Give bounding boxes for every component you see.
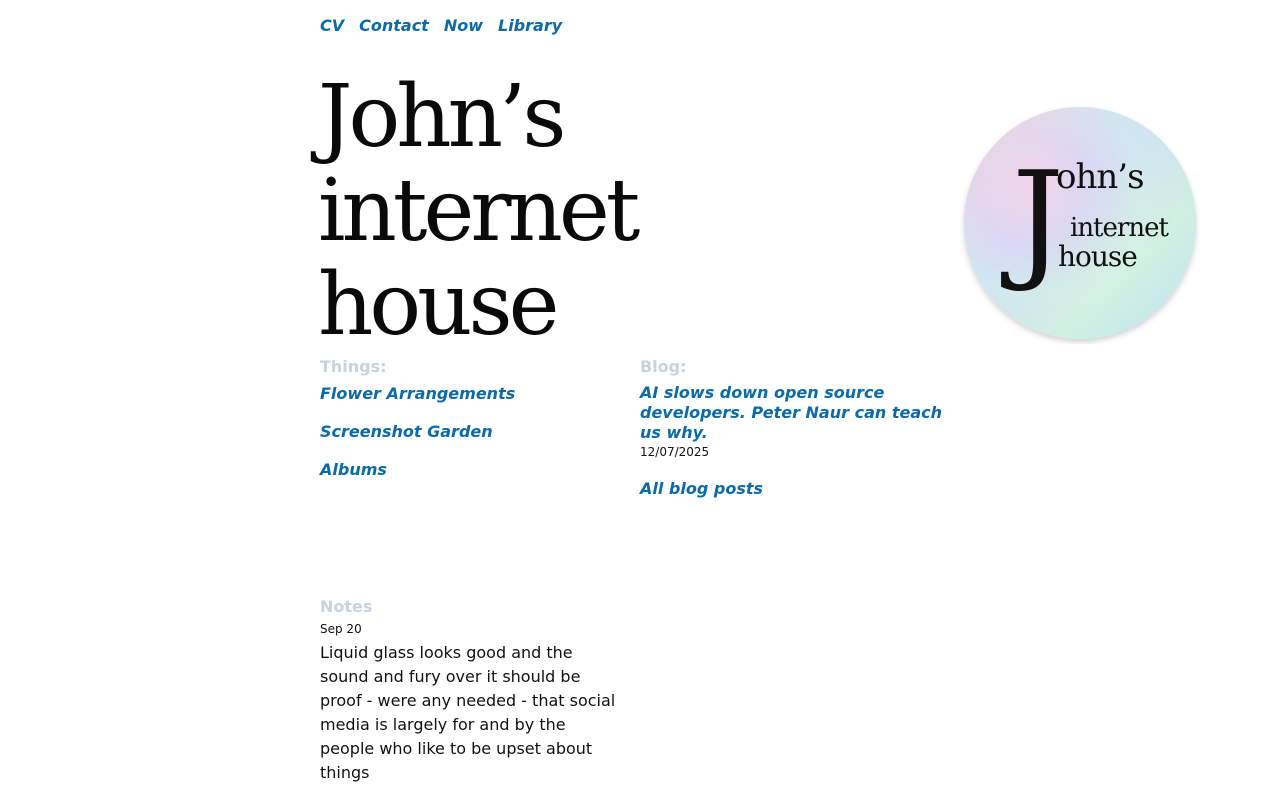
logo-text-line-1: ohn’s [1056,157,1144,197]
nav-link-cv[interactable]: CV [320,15,344,37]
site-title: John’s internet house [318,70,878,352]
site-title-line-2: house [318,255,560,355]
note-date: Sep 20 [320,622,362,636]
things-heading: Things: [320,357,387,376]
blog-latest-post-date: 12/07/2025 [640,445,710,459]
logo-text-line-3: house [1058,240,1137,273]
blog-latest-post-link[interactable]: AI slows down open source developers. Pe… [640,383,950,443]
blog-heading: Blog: [640,357,687,376]
blog-section: Blog: AI slows down open source develope… [640,357,950,499]
notes-section: Notes Sep 20 Liquid glass looks good and… [320,597,620,785]
nav-link-now[interactable]: Now [444,15,483,37]
notes-heading: Notes [320,597,373,616]
site-logo[interactable]: J ohn’s internet house [960,104,1200,344]
things-link-screenshot-garden[interactable]: Screenshot Garden [320,422,610,442]
nav-link-contact[interactable]: Contact [359,15,429,37]
things-link-albums[interactable]: Albums [320,460,610,480]
holographic-logo-icon: J ohn’s internet house [964,107,1196,339]
note-body: Liquid glass looks good and the sound an… [320,643,616,782]
things-section: Things: Flower Arrangements Screenshot G… [320,357,610,498]
nav-link-library[interactable]: Library [498,15,562,37]
all-blog-posts-link[interactable]: All blog posts [640,479,950,499]
top-nav: CV Contact Now Library [320,15,562,37]
logo-text-line-2: internet [1070,213,1169,243]
page: CV Contact Now Library John’s internet h… [0,0,1280,800]
things-link-flower-arrangements[interactable]: Flower Arrangements [320,384,610,404]
site-title-line-1: John’s internet [318,67,640,261]
